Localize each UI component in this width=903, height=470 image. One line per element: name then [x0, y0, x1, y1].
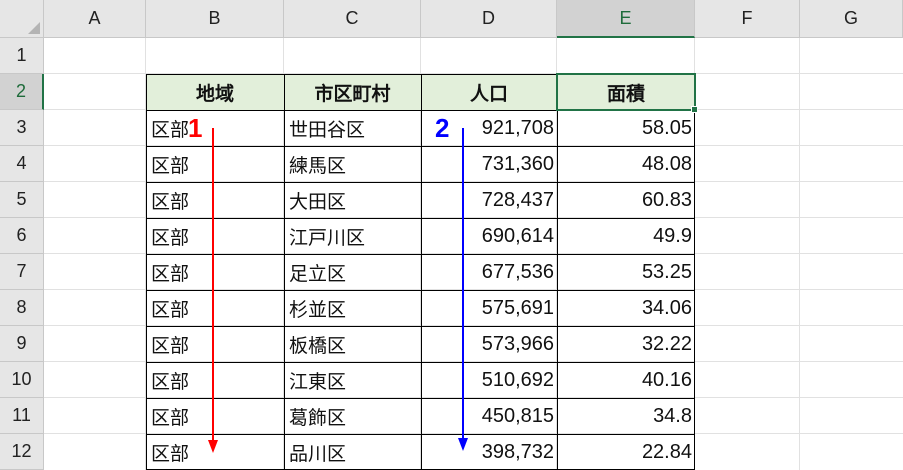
header-cell-region[interactable]: 地域 [146, 74, 284, 110]
table-border-horizontal [146, 146, 695, 147]
row-header-6[interactable]: 6 [0, 218, 44, 254]
cell-region[interactable]: 区部 [146, 362, 284, 398]
table-border-vertical [421, 74, 422, 470]
cell-population[interactable]: 510,692 [421, 362, 557, 398]
table-border-vertical [284, 74, 285, 470]
table-border-horizontal [146, 398, 695, 399]
row-header-7[interactable]: 7 [0, 254, 44, 290]
annotation-label-2: 2 [435, 113, 450, 143]
column-header-e[interactable]: E [557, 0, 695, 38]
cell-municipality[interactable]: 練馬区 [284, 146, 421, 182]
table-border-horizontal [146, 290, 695, 291]
row-header-10[interactable]: 10 [0, 362, 44, 398]
cell-population[interactable]: 731,360 [421, 146, 557, 182]
column-header-f[interactable]: F [695, 0, 800, 38]
row-header-5[interactable]: 5 [0, 182, 44, 218]
column-header-a[interactable]: A [44, 0, 146, 38]
table-border-horizontal [146, 218, 695, 219]
cell-region[interactable]: 区部 [146, 326, 284, 362]
cell-region[interactable]: 区部 [146, 182, 284, 218]
cell-region[interactable]: 区部 [146, 146, 284, 182]
cell-area[interactable]: 34.06 [557, 290, 695, 326]
gridline-vertical [799, 38, 800, 470]
table-border-vertical [557, 74, 558, 470]
cell-population[interactable]: 677,536 [421, 254, 557, 290]
column-header-g[interactable]: G [800, 0, 903, 38]
cell-municipality[interactable]: 板橋区 [284, 326, 421, 362]
row-header-4[interactable]: 4 [0, 146, 44, 182]
row-header-2[interactable]: 2 [0, 74, 44, 110]
row-header-11[interactable]: 11 [0, 398, 44, 434]
cell-region[interactable]: 区部 [146, 434, 284, 470]
table-border-horizontal [146, 362, 695, 363]
row-header-1[interactable]: 1 [0, 38, 44, 74]
cell-area[interactable]: 22.84 [557, 434, 695, 470]
table-border-horizontal [146, 254, 695, 255]
cell-area[interactable]: 48.08 [557, 146, 695, 182]
cell-region[interactable]: 区部 [146, 398, 284, 434]
cell-municipality[interactable]: 足立区 [284, 254, 421, 290]
cell-municipality[interactable]: 大田区 [284, 182, 421, 218]
row-header-9[interactable]: 9 [0, 326, 44, 362]
cell-area[interactable]: 32.22 [557, 326, 695, 362]
cell-area[interactable]: 49.9 [557, 218, 695, 254]
header-cell-population[interactable]: 人口 [421, 74, 557, 110]
annotation-label-1: 1 [188, 113, 203, 143]
row-header-3[interactable]: 3 [0, 110, 44, 146]
cell-municipality[interactable]: 杉並区 [284, 290, 421, 326]
cell-population[interactable]: 573,966 [421, 326, 557, 362]
column-header-c[interactable]: C [284, 0, 421, 38]
column-header-b[interactable]: B [146, 0, 284, 38]
cell-population[interactable]: 690,614 [421, 218, 557, 254]
table-border-horizontal [146, 326, 695, 327]
cell-area[interactable]: 58.05 [557, 110, 695, 146]
table-border-vertical [694, 74, 695, 470]
cell-region[interactable]: 区部 [146, 290, 284, 326]
cell-area[interactable]: 60.83 [557, 182, 695, 218]
fill-handle[interactable] [691, 106, 698, 113]
select-all-corner[interactable] [0, 0, 44, 38]
cell-area[interactable]: 40.16 [557, 362, 695, 398]
cell-population[interactable]: 450,815 [421, 398, 557, 434]
table-border-vertical [146, 74, 147, 470]
cell-municipality[interactable]: 江東区 [284, 362, 421, 398]
cell-municipality[interactable]: 葛飾区 [284, 398, 421, 434]
cell-population[interactable]: 728,437 [421, 182, 557, 218]
table-border-horizontal [146, 182, 695, 183]
cell-region[interactable]: 区部 [146, 254, 284, 290]
row-header-12[interactable]: 12 [0, 434, 44, 470]
cell-population[interactable]: 575,691 [421, 290, 557, 326]
row-header-8[interactable]: 8 [0, 290, 44, 326]
cell-population[interactable]: 398,732 [421, 434, 557, 470]
cell-area[interactable]: 53.25 [557, 254, 695, 290]
cell-region[interactable]: 区部 [146, 110, 284, 146]
cell-municipality[interactable]: 世田谷区 [284, 110, 421, 146]
column-header-d[interactable]: D [421, 0, 557, 38]
cell-area[interactable]: 34.8 [557, 398, 695, 434]
cell-municipality[interactable]: 江戸川区 [284, 218, 421, 254]
cell-municipality[interactable]: 品川区 [284, 434, 421, 470]
selected-cell-outline [556, 73, 696, 111]
cell-region[interactable]: 区部 [146, 218, 284, 254]
header-cell-municipality[interactable]: 市区町村 [284, 74, 421, 110]
table-border-horizontal [146, 434, 695, 435]
select-all-triangle-icon [28, 22, 40, 34]
